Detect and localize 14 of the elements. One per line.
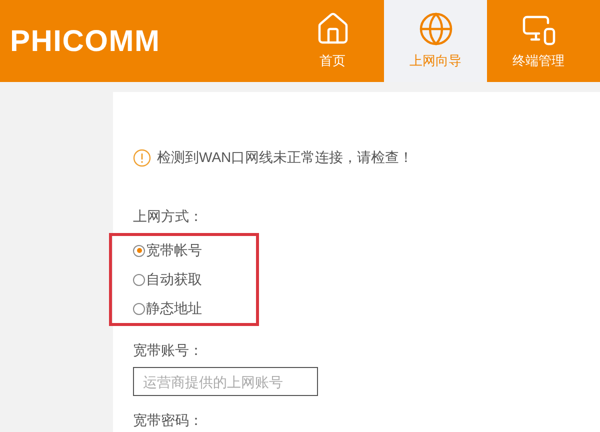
- field-label: 宽带账号：: [133, 341, 203, 360]
- radio-button[interactable]: [133, 244, 145, 256]
- radio-button[interactable]: [133, 302, 145, 314]
- warning-message: 检测到WAN口网线未正常连接，请检查！: [157, 148, 414, 167]
- radio-button[interactable]: [133, 274, 145, 286]
- radio-option[interactable]: 静态地址: [133, 298, 248, 319]
- globe-icon: [418, 11, 454, 48]
- field-label: 宽带密码：: [133, 411, 203, 430]
- radio-option[interactable]: 宽带帐号: [133, 240, 248, 261]
- input-field[interactable]: 运营商提供的上网账号: [133, 367, 318, 396]
- warning-icon: [133, 148, 151, 166]
- logo: PHICOMM: [10, 24, 160, 60]
- field-label: 上网方式：: [133, 207, 203, 226]
- radio-option[interactable]: 自动获取: [133, 269, 248, 290]
